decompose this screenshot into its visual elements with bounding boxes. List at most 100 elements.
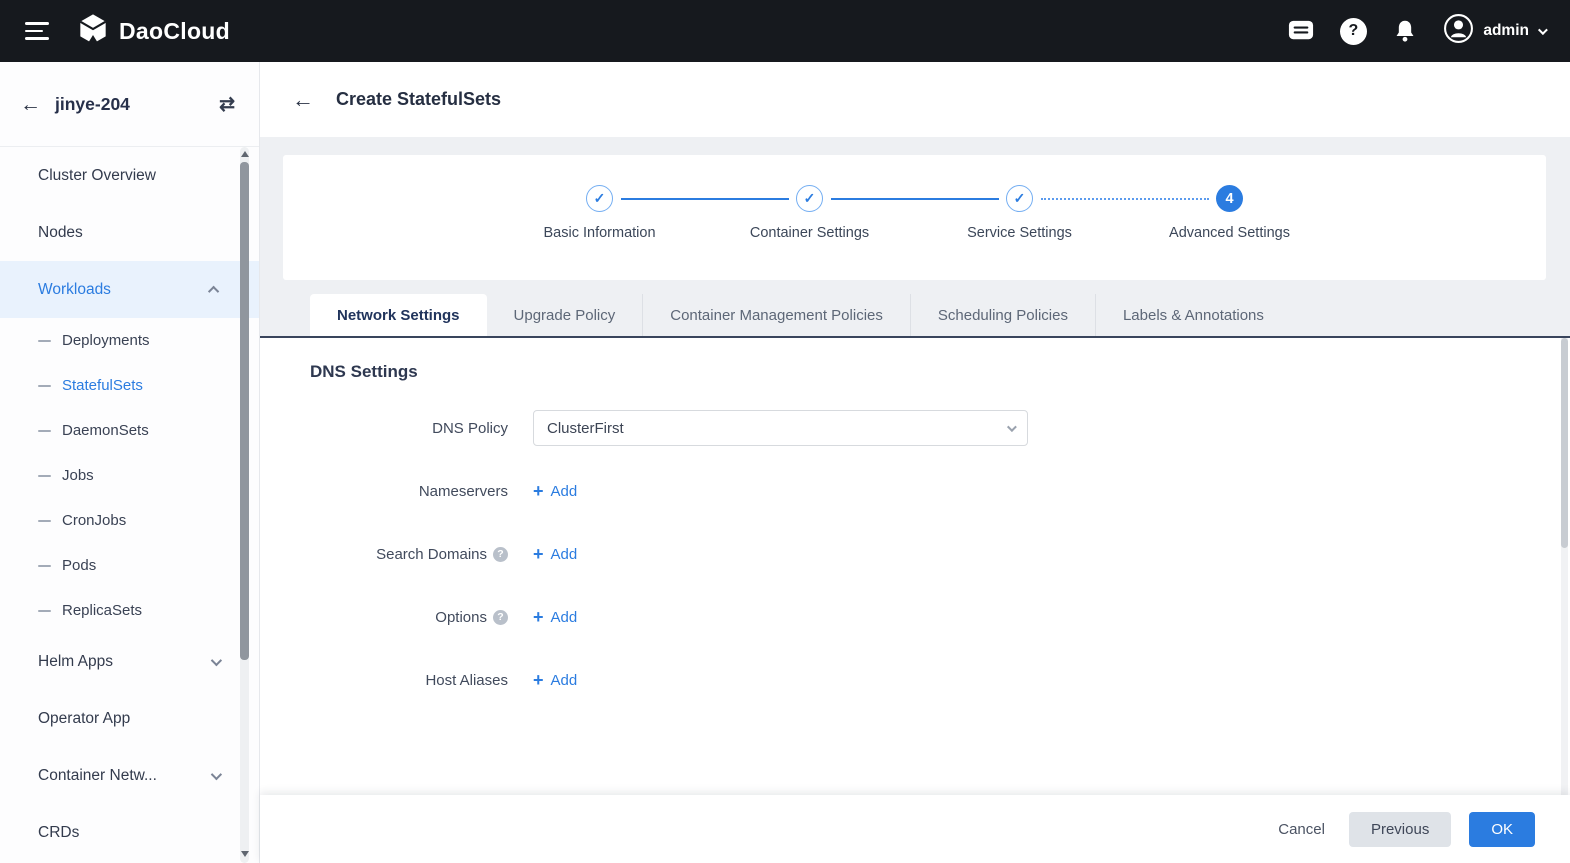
tab-label: Labels & Annotations — [1122, 306, 1264, 324]
sidebar-nav: Cluster Overview Nodes Workloads Deploym… — [0, 147, 259, 861]
host-aliases-label: Host Aliases — [425, 671, 508, 689]
dash-icon — [38, 609, 51, 612]
cluster-name: jinye-204 — [55, 93, 130, 114]
tab-network-settings[interactable]: Network Settings — [310, 294, 487, 336]
sidebar-header: ← jinye-204 ⇄ — [0, 62, 259, 147]
sidebar-item-label: Pods — [62, 557, 97, 574]
search-domains-add-button[interactable]: + Add — [533, 545, 577, 563]
help-icon[interactable]: ? — [1339, 17, 1367, 45]
footer-actions: Cancel Previous OK — [260, 795, 1570, 863]
username: admin — [1483, 22, 1529, 39]
sidebar-item-nodes[interactable]: Nodes — [0, 204, 259, 261]
content-scrollbar-thumb[interactable] — [1561, 338, 1568, 548]
dash-icon — [38, 339, 51, 342]
sidebar-item-label: DaemonSets — [62, 422, 149, 439]
brand-logo[interactable]: DaoCloud — [77, 13, 230, 50]
sidebar-item-operator-app[interactable]: Operator App — [0, 690, 259, 747]
tab-container-management-policies[interactable]: Container Management Policies — [642, 294, 910, 336]
sidebar-item-cronjobs[interactable]: CronJobs — [0, 498, 259, 543]
host-aliases-add-button[interactable]: + Add — [533, 671, 577, 689]
sidebar-item-pods[interactable]: Pods — [0, 543, 259, 588]
sidebar-item-cluster-overview[interactable]: Cluster Overview — [0, 147, 259, 204]
sidebar-item-statefulsets[interactable]: StatefulSets — [0, 363, 259, 408]
sidebar-item-label: Deployments — [62, 332, 150, 349]
stepper: ✓ Basic Information ✓ Container Settings… — [283, 155, 1546, 280]
cancel-button[interactable]: Cancel — [1272, 812, 1331, 847]
sidebar-scrollbar — [240, 147, 249, 863]
sidebar-item-jobs[interactable]: Jobs — [0, 453, 259, 498]
back-icon[interactable]: ← — [292, 88, 314, 111]
tab-label: Scheduling Policies — [937, 306, 1068, 324]
sidebar-item-container-network[interactable]: Container Netw... — [0, 747, 259, 804]
options-label: Options ? — [310, 609, 508, 626]
help-icon[interactable]: ? — [493, 546, 508, 562]
notifications-icon[interactable] — [1391, 17, 1419, 45]
host-aliases-row: Host Aliases + Add — [310, 662, 1570, 698]
menu-icon[interactable] — [25, 22, 49, 40]
sidebar-item-replicasets[interactable]: ReplicaSets — [0, 588, 259, 633]
messages-icon[interactable] — [1287, 17, 1315, 45]
step-check-icon: ✓ — [586, 185, 613, 212]
scrollbar-thumb[interactable] — [240, 162, 249, 660]
sidebar-item-deployments[interactable]: Deployments — [0, 318, 259, 363]
nameservers-label: Nameservers — [418, 482, 508, 500]
chevron-down-icon — [1006, 421, 1017, 432]
tab-upgrade-policy[interactable]: Upgrade Policy — [487, 294, 643, 336]
dash-icon — [38, 384, 51, 387]
tab-label: Container Management Policies — [670, 306, 883, 324]
step-label: Advanced Settings — [1169, 225, 1290, 241]
previous-button[interactable]: Previous — [1348, 811, 1452, 847]
options-row: Options ? + Add — [310, 599, 1570, 635]
dash-icon — [38, 564, 51, 567]
sidebar-item-label: ReplicaSets — [62, 602, 143, 619]
step-check-icon: ✓ — [1006, 185, 1033, 212]
dns-policy-label: DNS Policy — [432, 419, 508, 437]
sidebar-item-label: Nodes — [38, 223, 83, 241]
plus-icon: + — [533, 544, 544, 564]
ok-button[interactable]: OK — [1469, 811, 1535, 847]
plus-icon: + — [533, 481, 544, 501]
sidebar-item-daemonsets[interactable]: DaemonSets — [0, 408, 259, 453]
help-icon[interactable]: ? — [493, 609, 508, 625]
back-icon[interactable]: ← — [20, 94, 41, 115]
scrollbar-down-arrow[interactable] — [240, 847, 249, 861]
sidebar-item-helm-apps[interactable]: Helm Apps — [0, 633, 259, 690]
dns-policy-select[interactable]: ClusterFirst — [533, 410, 1028, 446]
tab-scheduling-policies[interactable]: Scheduling Policies — [909, 294, 1095, 336]
tab-label: Upgrade Policy — [513, 306, 616, 324]
sidebar-item-crds[interactable]: CRDs — [0, 804, 259, 861]
search-domains-row: Search Domains ? + Add — [310, 536, 1570, 572]
tab-labels-annotations[interactable]: Labels & Annotations — [1094, 294, 1291, 336]
main-area: ← Create StatefulSets ✓ Basic Informatio… — [260, 62, 1570, 863]
tab-label: Network Settings — [337, 306, 460, 324]
dns-policy-value: ClusterFirst — [547, 419, 624, 437]
chevron-down-icon — [210, 654, 223, 666]
plus-icon: + — [533, 670, 544, 690]
user-menu[interactable]: admin — [1443, 13, 1548, 49]
brand-name: DaoCloud — [119, 17, 230, 44]
sidebar-item-label: Cluster Overview — [38, 166, 156, 184]
chevron-up-icon — [207, 285, 220, 297]
sidebar-item-label: Container Netw... — [38, 766, 157, 784]
chevron-down-icon — [210, 768, 223, 780]
search-domains-label: Search Domains ? — [310, 546, 508, 563]
sidebar-item-label: Operator App — [38, 709, 131, 727]
sidebar-item-workloads[interactable]: Workloads — [0, 261, 259, 318]
page-title: Create StatefulSets — [336, 89, 502, 109]
step-check-icon: ✓ — [796, 185, 823, 212]
scrollbar-up-arrow[interactable] — [240, 147, 249, 161]
sidebar-item-label: StatefulSets — [62, 377, 143, 394]
dash-icon — [38, 519, 51, 522]
options-add-button[interactable]: + Add — [533, 608, 577, 626]
dns-policy-row: DNS Policy ClusterFirst — [310, 410, 1570, 446]
page-header: ← Create StatefulSets — [260, 62, 1570, 137]
step-label: Container Settings — [749, 225, 870, 241]
question-mark-glyph: ? — [1339, 17, 1367, 45]
topbar: DaoCloud ? admin — [0, 0, 1570, 62]
dash-icon — [38, 474, 51, 477]
switch-cluster-icon[interactable]: ⇄ — [219, 93, 235, 116]
sidebar: ← jinye-204 ⇄ Cluster Overview Nodes Wor… — [0, 62, 260, 863]
nameservers-row: Nameservers + Add — [310, 473, 1570, 509]
nameservers-add-button[interactable]: + Add — [533, 482, 577, 500]
sidebar-item-label: Jobs — [62, 467, 94, 484]
